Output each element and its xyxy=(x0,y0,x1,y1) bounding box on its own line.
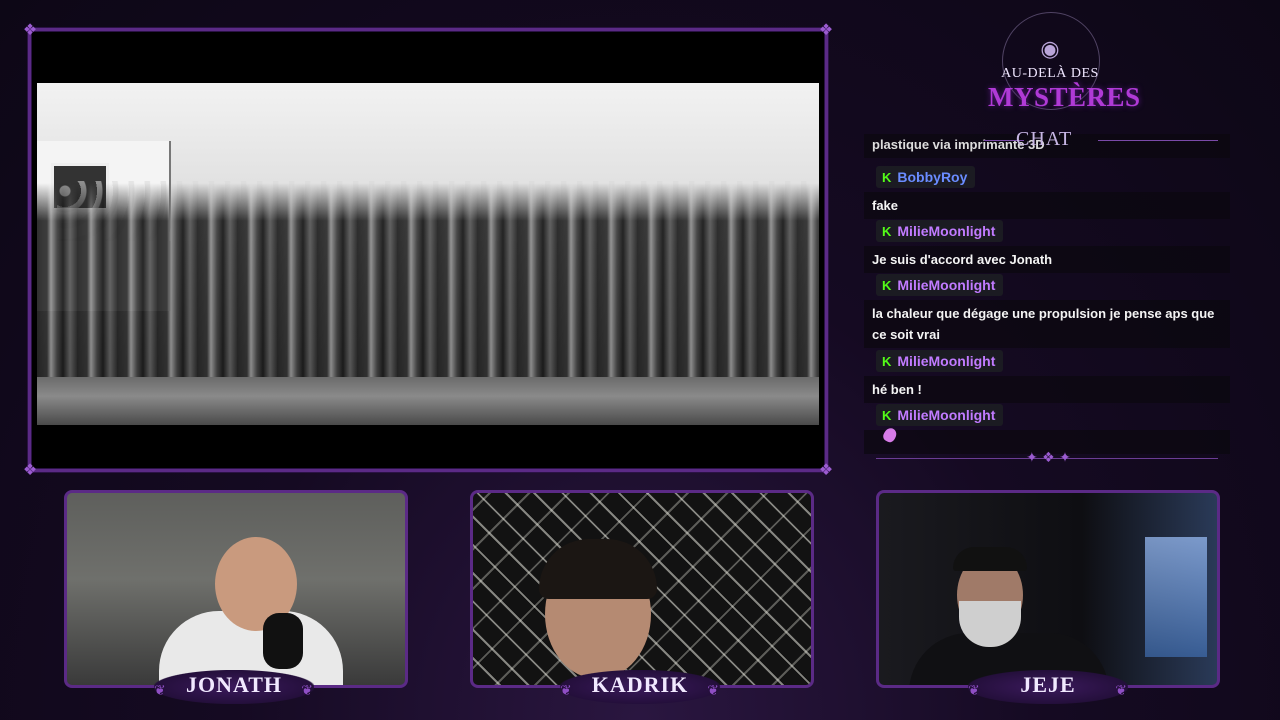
kick-badge-icon: K xyxy=(882,354,892,369)
chat-message-text: la chaleur que dégage une propulsion je … xyxy=(864,300,1230,348)
chat-username-pill[interactable]: K MilieMoonlight xyxy=(876,350,1004,372)
nameplate-label: JEJE xyxy=(1020,672,1076,697)
chat-bottom-divider: ✦ ❖ ✦ xyxy=(876,450,1218,466)
ornament-icon: ❦ xyxy=(968,683,981,699)
chat-username[interactable]: MilieMoonlight xyxy=(897,223,995,239)
ornament-icon: ❦ xyxy=(560,683,573,699)
chat-message: K MilieMoonlight hé ben ! xyxy=(864,350,1230,403)
kick-badge-icon: K xyxy=(882,408,892,423)
chat-message: K MilieMoonlight la chaleur que dégage un… xyxy=(864,274,1230,348)
frame-ornament-icon: ❖ xyxy=(818,460,834,479)
chat-username-pill[interactable]: K MilieMoonlight xyxy=(876,274,1004,296)
chat-header-divider xyxy=(1098,140,1218,141)
photo-ground xyxy=(37,377,819,425)
ornament-icon: ❦ xyxy=(154,683,167,699)
ornament-icon: ❦ xyxy=(301,683,314,699)
chat-username[interactable]: MilieMoonlight xyxy=(897,277,995,293)
frame-ornament-icon: ❖ xyxy=(818,20,834,39)
camera-feed-jonath xyxy=(64,490,408,688)
camera-person-cap xyxy=(953,547,1027,571)
frame-ornament-icon: ❖ xyxy=(22,460,38,479)
ornament-icon: ❦ xyxy=(1115,683,1128,699)
ornament-icon: ❦ xyxy=(707,683,720,699)
photo-crowd xyxy=(37,183,819,393)
chat-username-pill[interactable]: K BobbyRoy xyxy=(876,166,976,188)
nameplate-label: JONATH xyxy=(185,672,283,697)
chat-username[interactable]: MilieMoonlight xyxy=(897,407,995,423)
chat-username[interactable]: BobbyRoy xyxy=(897,169,967,185)
chat-message-text: Je suis d'accord avec Jonath xyxy=(864,246,1230,273)
show-logo: ◉ AU-DELÀ DES MYSTÈRES xyxy=(988,12,1140,112)
logo-text-bottom: MYSTÈRES xyxy=(988,82,1141,112)
camera-feed-kadrik xyxy=(470,490,814,688)
chat-username-pill[interactable]: K MilieMoonlight xyxy=(876,404,1004,426)
chat-username[interactable]: MilieMoonlight xyxy=(897,353,995,369)
chat-message-text: hé ben ! xyxy=(864,376,1230,403)
kick-badge-icon: K xyxy=(882,278,892,293)
kick-badge-icon: K xyxy=(882,224,892,239)
background-monitor xyxy=(1145,537,1207,657)
main-video-frame: ❖ ❖ ❖ ❖ xyxy=(23,22,833,478)
ornament-icon: ✦ ❖ ✦ xyxy=(1026,450,1071,466)
chat-panel[interactable]: plastique via imprimante 3D K BobbyRoy fa… xyxy=(864,132,1232,454)
chat-message: K MilieMoonlight Je suis d'accord avec Jo… xyxy=(864,220,1230,273)
camera-feed-jeje xyxy=(876,490,1220,688)
kick-badge-icon: K xyxy=(882,170,892,185)
nameplate-label: KADRIK xyxy=(591,672,689,697)
nameplate-kadrik: ❦ KADRIK ❦ xyxy=(560,670,720,704)
all-seeing-eye-icon: ◉ xyxy=(1040,37,1060,62)
chat-message: K MilieMoonlight xyxy=(864,404,1230,454)
nameplate-jonath: ❦ JONATH ❦ xyxy=(154,670,314,704)
microphone-icon xyxy=(263,613,303,669)
nameplate-jeje: ❦ JEJE ❦ xyxy=(968,670,1128,704)
chat-message-text: fake xyxy=(864,192,1230,219)
logo-text-top: AU-DELÀ DES xyxy=(1001,66,1099,81)
chat-username-pill[interactable]: K MilieMoonlight xyxy=(876,220,1004,242)
chat-header: CHAT xyxy=(984,128,1218,150)
historical-group-photo xyxy=(37,83,819,425)
chat-message: K BobbyRoy fake xyxy=(864,166,1230,219)
frame-ornament-icon: ❖ xyxy=(22,20,38,39)
chat-title: CHAT xyxy=(1016,128,1073,150)
